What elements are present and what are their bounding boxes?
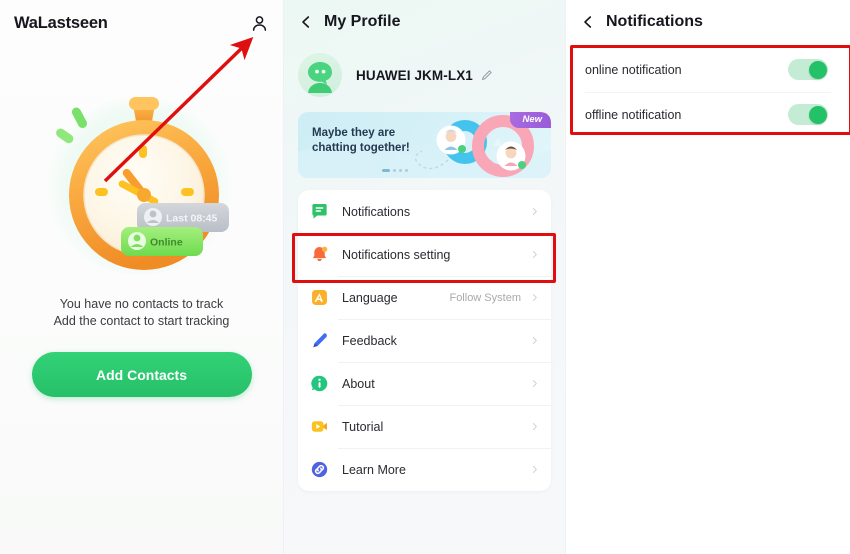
motion-ticks [56, 107, 87, 143]
message-notification-icon [310, 202, 342, 221]
chevron-right-icon [530, 248, 539, 261]
video-play-icon [310, 417, 342, 436]
empty-state-line2: Add the contact to start tracking [53, 314, 230, 328]
toggle-knob [808, 60, 827, 79]
promo-text: Maybe they are chatting together! [312, 126, 410, 156]
menu-item-label: Language [342, 290, 398, 305]
stopwatch-illustration: Last 08:45 Online [29, 75, 254, 290]
pen-feedback-icon [310, 331, 342, 350]
menu-item-notifications[interactable]: Notifications [298, 190, 551, 233]
notification-row-offline[interactable]: offline notification [566, 92, 850, 137]
page-title: My Profile [324, 13, 401, 30]
online-badge: Online [121, 226, 203, 256]
menu-item-detail: Follow System [449, 291, 521, 304]
svg-text:Last 08:45: Last 08:45 [166, 212, 218, 224]
menu-item-tutorial[interactable]: Tutorial [298, 405, 551, 448]
notifications-toggle-list: online notification offline notification [566, 47, 850, 137]
svg-text:Online: Online [150, 236, 183, 248]
promo-dot [405, 169, 408, 172]
language-letter-icon [310, 288, 342, 307]
menu-item-label: Notifications setting [342, 247, 451, 262]
menu-item-label: Learn More [342, 462, 406, 477]
notification-label: online notification [585, 62, 682, 77]
menu-item-label: Tutorial [342, 419, 384, 434]
promo-line1: Maybe they are [312, 127, 396, 139]
chevron-left-icon[interactable] [580, 14, 606, 30]
empty-state-text: You have no contacts to track Add the co… [0, 296, 283, 330]
notifications-navbar: Notifications [566, 0, 850, 44]
screen-home: WaLastseen Last 08:45 Online You have no… [0, 0, 283, 554]
chevron-right-icon [530, 205, 539, 218]
notification-row-online[interactable]: online notification [566, 47, 850, 92]
screen-notifications: Notifications online notification offlin… [566, 0, 850, 554]
chevron-right-icon [530, 334, 539, 347]
bell-settings-icon [310, 245, 342, 264]
pencil-edit-icon[interactable] [473, 69, 493, 82]
page-title: Notifications [606, 13, 703, 30]
promo-new-badge: New [510, 112, 551, 128]
three-screenshot-strip: WaLastseen Last 08:45 Online You have no… [0, 0, 850, 554]
info-circle-icon [310, 374, 342, 393]
promo-pagination [382, 169, 408, 172]
toggle-knob [808, 105, 827, 124]
add-contacts-button[interactable]: Add Contacts [31, 352, 252, 397]
notification-label: offline notification [585, 107, 682, 122]
app-title: WaLastseen [14, 13, 108, 32]
profile-menu-card: Notifications Notifications setting Lang… [298, 190, 551, 491]
device-name: HUAWEI JKM-LX1 [356, 67, 473, 83]
menu-item-language[interactable]: Language Follow System [298, 276, 551, 319]
screen-my-profile: My Profile HUAWEI JKM-LX1 Maybe they are… [283, 0, 566, 554]
menu-item-notifications-setting[interactable]: Notifications setting [298, 233, 551, 276]
home-header: WaLastseen [0, 0, 283, 46]
robot-avatar-icon [298, 53, 342, 97]
menu-item-label: Notifications [342, 204, 411, 219]
promo-banner[interactable]: Maybe they are chatting together! New [298, 112, 551, 178]
online-notification-toggle[interactable] [788, 59, 828, 80]
link-chain-icon [310, 460, 342, 479]
promo-dot [399, 169, 402, 172]
chevron-right-icon [530, 420, 539, 433]
menu-item-feedback[interactable]: Feedback [298, 319, 551, 362]
empty-state-illustration-wrap: Last 08:45 Online [0, 66, 283, 298]
profile-identity-row[interactable]: HUAWEI JKM-LX1 [284, 44, 565, 102]
menu-item-label: Feedback [342, 333, 397, 348]
chevron-right-icon [530, 291, 539, 304]
offline-notification-toggle[interactable] [788, 104, 828, 125]
chevron-right-icon [530, 463, 539, 476]
promo-line2: chatting together! [312, 142, 410, 154]
empty-state-line1: You have no contacts to track [59, 297, 224, 311]
person-icon[interactable] [250, 14, 269, 33]
menu-item-about[interactable]: About [298, 362, 551, 405]
promo-dot [382, 169, 390, 172]
profile-navbar: My Profile [284, 0, 565, 44]
chevron-left-icon[interactable] [298, 14, 324, 30]
menu-item-label: About [342, 376, 375, 391]
chevron-right-icon [530, 377, 539, 390]
promo-dot [393, 169, 396, 172]
menu-item-learn-more[interactable]: Learn More [298, 448, 551, 491]
